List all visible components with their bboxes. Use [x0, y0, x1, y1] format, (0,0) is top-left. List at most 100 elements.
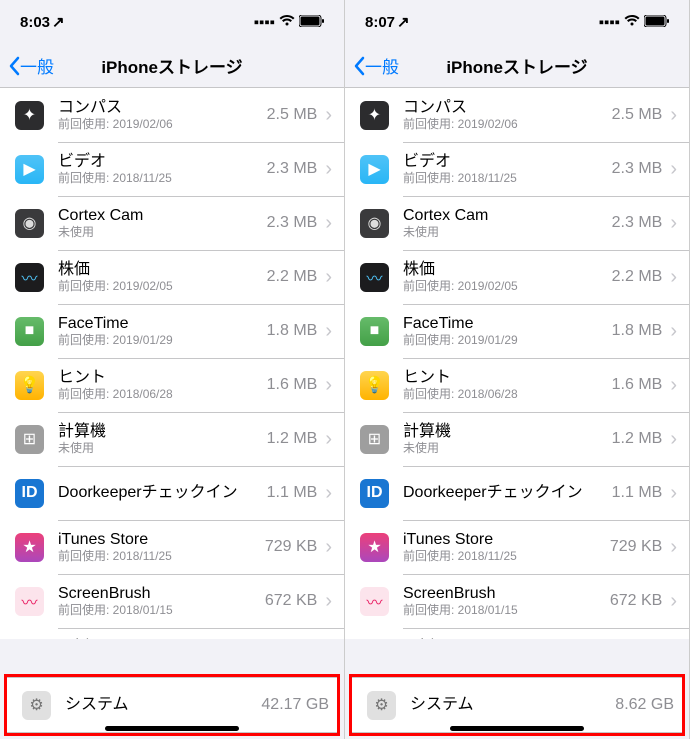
- system-icon: ⚙: [22, 691, 51, 720]
- app-size: 8.62 GB: [615, 696, 674, 714]
- app-row[interactable]: ▶ ビデオ 前回使用: 2018/11/25 2.3 MB ›: [345, 142, 689, 196]
- app-row[interactable]: ◉ Cortex Cam 未使用 2.3 MB ›: [345, 196, 689, 250]
- app-size: 2.3 MB: [267, 160, 318, 178]
- app-row[interactable]: 〰 ScreenBrush 前回使用: 2018/01/15 672 KB ›: [0, 574, 344, 628]
- app-size: 672 KB: [610, 592, 662, 610]
- app-name: 電話: [58, 638, 283, 639]
- hint-icon: 💡: [360, 371, 389, 400]
- app-row[interactable]: ★ iTunes Store 前回使用: 2018/11/25 729 KB ›: [345, 520, 689, 574]
- system-icon: ⚙: [367, 691, 396, 720]
- chevron-right-icon: ›: [325, 428, 332, 451]
- app-subtitle: 前回使用: 2018/11/25: [403, 171, 612, 185]
- app-size: 42.17 GB: [261, 696, 329, 714]
- home-indicator[interactable]: [105, 726, 239, 731]
- back-button[interactable]: 一般: [345, 53, 399, 78]
- app-row[interactable]: ▶ ビデオ 前回使用: 2018/11/25 2.3 MB ›: [0, 142, 344, 196]
- app-name: iTunes Store: [58, 530, 265, 549]
- app-row[interactable]: 〰 株価 前回使用: 2019/02/05 2.2 MB ›: [345, 250, 689, 304]
- chevron-left-icon: [353, 56, 365, 76]
- app-row[interactable]: ⊞ 計算機 未使用 1.2 MB ›: [345, 412, 689, 466]
- stock-icon: 〰: [15, 263, 44, 292]
- door-icon: ID: [15, 479, 44, 508]
- app-row[interactable]: ✆ 電話 前回使用: 一昨日 8 KB ›: [0, 628, 344, 639]
- chevron-right-icon: ›: [670, 266, 677, 289]
- screenbrush-icon: 〰: [15, 587, 44, 616]
- app-row[interactable]: ID Doorkeeperチェックイン 1.1 MB ›: [0, 466, 344, 520]
- wifi-icon: [279, 14, 295, 31]
- video-icon: ▶: [15, 155, 44, 184]
- back-label: 一般: [20, 53, 54, 78]
- back-label: 一般: [365, 53, 399, 78]
- app-subtitle: 未使用: [403, 225, 612, 239]
- app-row[interactable]: ✆ 電話 前回使用: 一昨日 8 KB ›: [345, 628, 689, 639]
- chevron-right-icon: ›: [670, 536, 677, 559]
- app-row[interactable]: ✦ コンパス 前回使用: 2019/02/06 2.5 MB ›: [345, 88, 689, 142]
- app-size: 729 KB: [610, 538, 662, 556]
- door-icon: ID: [360, 479, 389, 508]
- app-size: 1.2 MB: [612, 430, 663, 448]
- spacer: [345, 639, 689, 671]
- app-name: コンパス: [58, 98, 267, 117]
- app-row[interactable]: 〰 株価 前回使用: 2019/02/05 2.2 MB ›: [0, 250, 344, 304]
- app-name: 計算機: [58, 422, 267, 441]
- app-size: 1.1 MB: [612, 484, 663, 502]
- screen-right: 8:07 ↗ ▪▪▪▪ 一般 iPhoneストレージ ✦ コンパス 前回使用: …: [345, 0, 690, 739]
- app-row[interactable]: 〰 ScreenBrush 前回使用: 2018/01/15 672 KB ›: [345, 574, 689, 628]
- app-size: 1.6 MB: [612, 376, 663, 394]
- app-size: 729 KB: [265, 538, 317, 556]
- app-subtitle: 前回使用: 2019/02/05: [58, 279, 267, 293]
- app-name: 株価: [403, 260, 612, 279]
- chevron-right-icon: ›: [325, 158, 332, 181]
- app-name: ヒント: [58, 368, 267, 387]
- app-subtitle: 前回使用: 2019/02/06: [58, 117, 267, 131]
- chevron-right-icon: ›: [325, 104, 332, 127]
- app-row[interactable]: 💡 ヒント 前回使用: 2018/06/28 1.6 MB ›: [0, 358, 344, 412]
- app-row[interactable]: ■ FaceTime 前回使用: 2019/01/29 1.8 MB ›: [345, 304, 689, 358]
- facetime-icon: ■: [15, 317, 44, 346]
- compass-icon: ✦: [360, 101, 389, 130]
- app-row[interactable]: ★ iTunes Store 前回使用: 2018/11/25 729 KB ›: [0, 520, 344, 574]
- app-row[interactable]: 💡 ヒント 前回使用: 2018/06/28 1.6 MB ›: [345, 358, 689, 412]
- app-name: ビデオ: [58, 152, 267, 171]
- app-subtitle: 前回使用: 2018/11/25: [58, 171, 267, 185]
- video-icon: ▶: [360, 155, 389, 184]
- app-row[interactable]: ✦ コンパス 前回使用: 2019/02/06 2.5 MB ›: [0, 88, 344, 142]
- chevron-right-icon: ›: [670, 428, 677, 451]
- back-button[interactable]: 一般: [0, 53, 54, 78]
- status-bar: 8:07 ↗ ▪▪▪▪: [345, 0, 689, 44]
- app-name: 株価: [58, 260, 267, 279]
- app-row[interactable]: ⊞ 計算機 未使用 1.2 MB ›: [0, 412, 344, 466]
- app-size: 672 KB: [265, 592, 317, 610]
- app-name: Doorkeeperチェックイン: [58, 483, 267, 502]
- chevron-right-icon: ›: [325, 374, 332, 397]
- app-subtitle: 前回使用: 2019/02/05: [403, 279, 612, 293]
- chevron-right-icon: ›: [325, 266, 332, 289]
- app-row[interactable]: ⚙ システム 8.62 GB: [352, 678, 682, 732]
- nav-bar: 一般 iPhoneストレージ: [345, 44, 689, 88]
- app-row[interactable]: ■ FaceTime 前回使用: 2019/01/29 1.8 MB ›: [0, 304, 344, 358]
- app-size: 2.3 MB: [612, 160, 663, 178]
- app-subtitle: 前回使用: 2018/06/28: [403, 387, 612, 401]
- app-subtitle: 前回使用: 2018/11/25: [58, 549, 265, 563]
- battery-icon: [299, 14, 324, 31]
- app-list: ✦ コンパス 前回使用: 2019/02/06 2.5 MB › ▶ ビデオ 前…: [0, 88, 344, 639]
- status-time: 8:03: [20, 14, 50, 31]
- app-name: ヒント: [403, 368, 612, 387]
- chevron-right-icon: ›: [325, 590, 332, 613]
- chevron-right-icon: ›: [670, 320, 677, 343]
- app-size: 2.5 MB: [612, 106, 663, 124]
- app-row[interactable]: ◉ Cortex Cam 未使用 2.3 MB ›: [0, 196, 344, 250]
- app-name: FaceTime: [58, 314, 267, 333]
- home-indicator[interactable]: [450, 726, 584, 731]
- cortex-icon: ◉: [15, 209, 44, 238]
- app-subtitle: 前回使用: 2018/06/28: [58, 387, 267, 401]
- itunes-icon: ★: [360, 533, 389, 562]
- app-subtitle: 未使用: [58, 225, 267, 239]
- app-row[interactable]: ⚙ システム 42.17 GB: [7, 678, 337, 732]
- chevron-left-icon: [8, 56, 20, 76]
- app-name: ScreenBrush: [403, 584, 610, 603]
- app-name: ScreenBrush: [58, 584, 265, 603]
- app-row[interactable]: ID Doorkeeperチェックイン 1.1 MB ›: [345, 466, 689, 520]
- location-icon: ↗: [52, 13, 65, 31]
- screen-left: 8:03 ↗ ▪▪▪▪ 一般 iPhoneストレージ ✦ コンパス 前回使用: …: [0, 0, 345, 739]
